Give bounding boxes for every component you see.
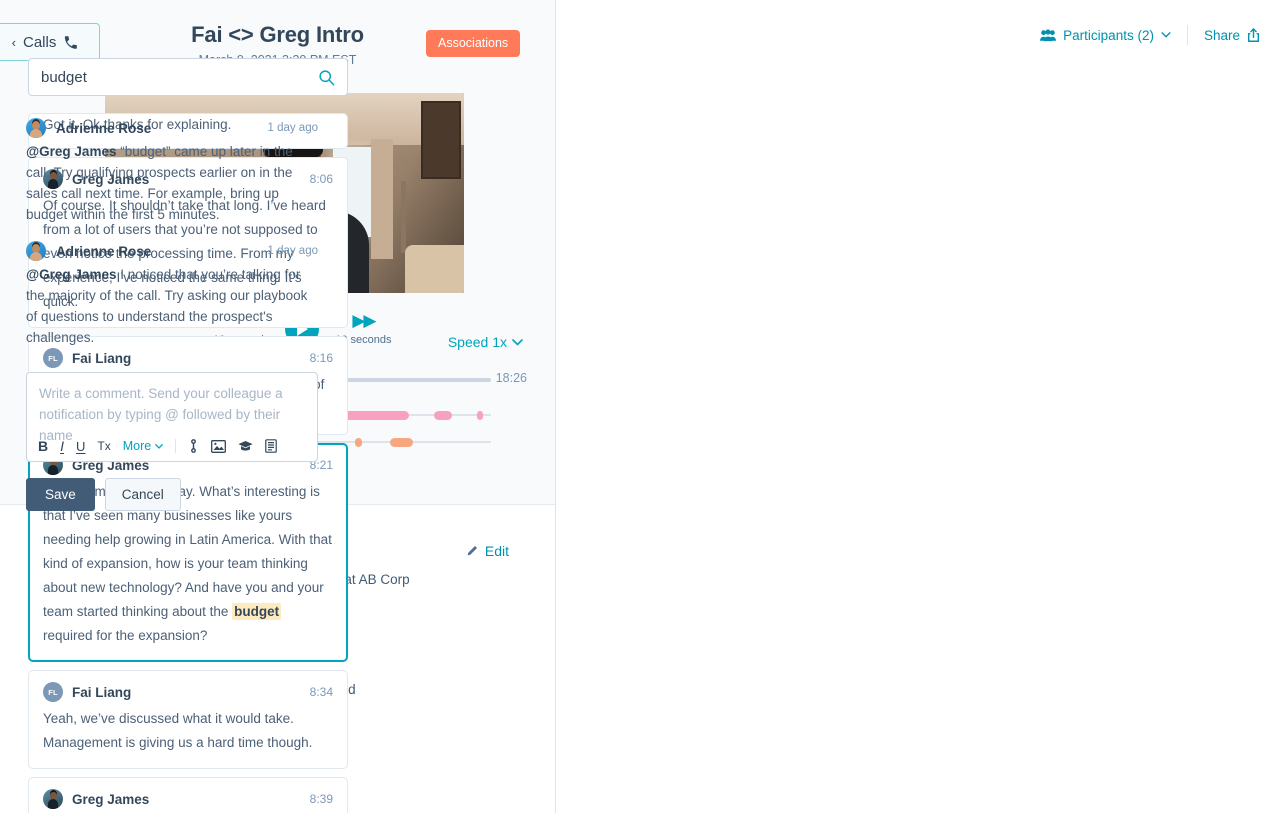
transcript-message[interactable]: Greg James8:39OK. The timeline for these… [28,777,348,813]
video-wall-picture [421,101,461,179]
toolbar-divider [175,439,176,453]
fast-forward-icon: ▶▶ [352,310,374,332]
knowledge-base-icon[interactable] [238,440,253,452]
search-box [28,58,348,96]
comment: Adrienne Rose 1 day ago @Greg James “budge… [26,118,318,225]
comment-action-buttons: Save Cancel [26,478,181,511]
comment-mention[interactable]: @Greg James [26,144,116,159]
transcript-message[interactable]: FL Fai Liang 8:34 Yeah, we’ve discussed wha… [28,670,348,769]
share-icon [1247,28,1260,43]
comment-text: @Greg James I noticed that you’re talkin… [26,264,318,348]
speaker-segment[interactable] [477,411,484,420]
transcript-timestamp[interactable]: 8:39 [310,792,333,806]
comment-timestamp: 1 day ago [267,122,318,134]
comments-panel [936,0,1280,813]
chevron-down-icon [1161,32,1171,38]
avatar: FL [43,682,63,702]
call-review-page: ‹ Calls Fai <> Greg Intro March 9, 2021 … [0,0,1280,813]
italic-icon[interactable]: I [60,439,64,453]
comment-editor-toolbar: B I U Tx More [38,439,277,453]
comment-mention[interactable]: @Greg James [26,267,116,282]
people-icon [1040,29,1056,42]
notes-edit-label: Edit [485,543,509,559]
comments-panel-header: Participants (2) Share [1040,25,1260,45]
underline-icon[interactable]: U [76,440,85,453]
transcript-panel [556,0,936,813]
notes-edit-button[interactable]: Edit [465,543,509,559]
transcript-speaker-name: Fai Liang [72,685,131,700]
chevron-down-icon [512,339,523,346]
comment-text: @Greg James “budget” came up later in th… [26,141,318,225]
search-icon[interactable] [318,69,335,86]
bold-icon[interactable]: B [38,439,48,453]
comment-header: Adrienne Rose 1 day ago [26,241,318,261]
transcript-message-active[interactable]: Greg James8:21Totally. I’m the same way.… [28,443,348,662]
speaker-segment[interactable] [355,438,362,447]
comment: Adrienne Rose 1 day ago @Greg James I noti… [26,241,318,348]
total-time: 18:26 [496,371,527,385]
transcript-message-header: FL Fai Liang 8:34 [43,682,333,702]
share-label: Share [1204,28,1240,43]
image-icon[interactable] [211,440,226,453]
transcript-message-header: Greg James 8:39 [43,789,333,809]
comment-timestamp: 1 day ago [267,245,318,257]
comment-editor-placeholder: Write a comment. Send your colleague a n… [39,383,305,446]
share-button[interactable]: Share [1204,28,1260,43]
transcript-timestamp[interactable]: 8:34 [310,685,333,699]
snippet-icon[interactable] [265,439,277,453]
participants-dropdown[interactable]: Participants (2) [1040,28,1171,43]
comment-author: Adrienne Rose [56,121,151,136]
comment-editor[interactable]: Write a comment. Send your colleague a n… [26,372,318,462]
pencil-icon [465,545,478,558]
transcript-search [28,58,348,96]
more-formatting-dropdown[interactable]: More [123,439,163,453]
transcript-text: Yeah, we’ve discussed what it would take… [43,707,333,755]
avatar [26,118,46,138]
participants-label: Participants (2) [1063,28,1154,43]
speaker-segment[interactable] [434,411,452,420]
comment-header: Adrienne Rose 1 day ago [26,118,318,138]
speaker-segment[interactable] [390,438,413,447]
clear-formatting-icon[interactable]: Tx [97,440,110,452]
video-sofa [405,245,464,293]
search-input[interactable] [41,69,318,86]
comment-author: Adrienne Rose [56,244,151,259]
save-button[interactable]: Save [26,478,95,511]
video-curtain [371,139,393,259]
cancel-button[interactable]: Cancel [105,478,181,511]
avatar [43,789,63,809]
video-lamp [401,181,406,253]
speed-label: Speed 1x [448,334,507,350]
associations-badge[interactable]: Associations [426,30,520,57]
header-divider [1187,25,1188,45]
transcript-speaker-name: Greg James [72,792,149,807]
search-highlight: budget [232,603,281,620]
speed-selector[interactable]: Speed 1x [448,334,523,350]
link-icon[interactable] [188,439,199,453]
more-label: More [123,439,151,453]
avatar [26,241,46,261]
comments-list: Adrienne Rose 1 day ago @Greg James “budge… [26,118,318,364]
